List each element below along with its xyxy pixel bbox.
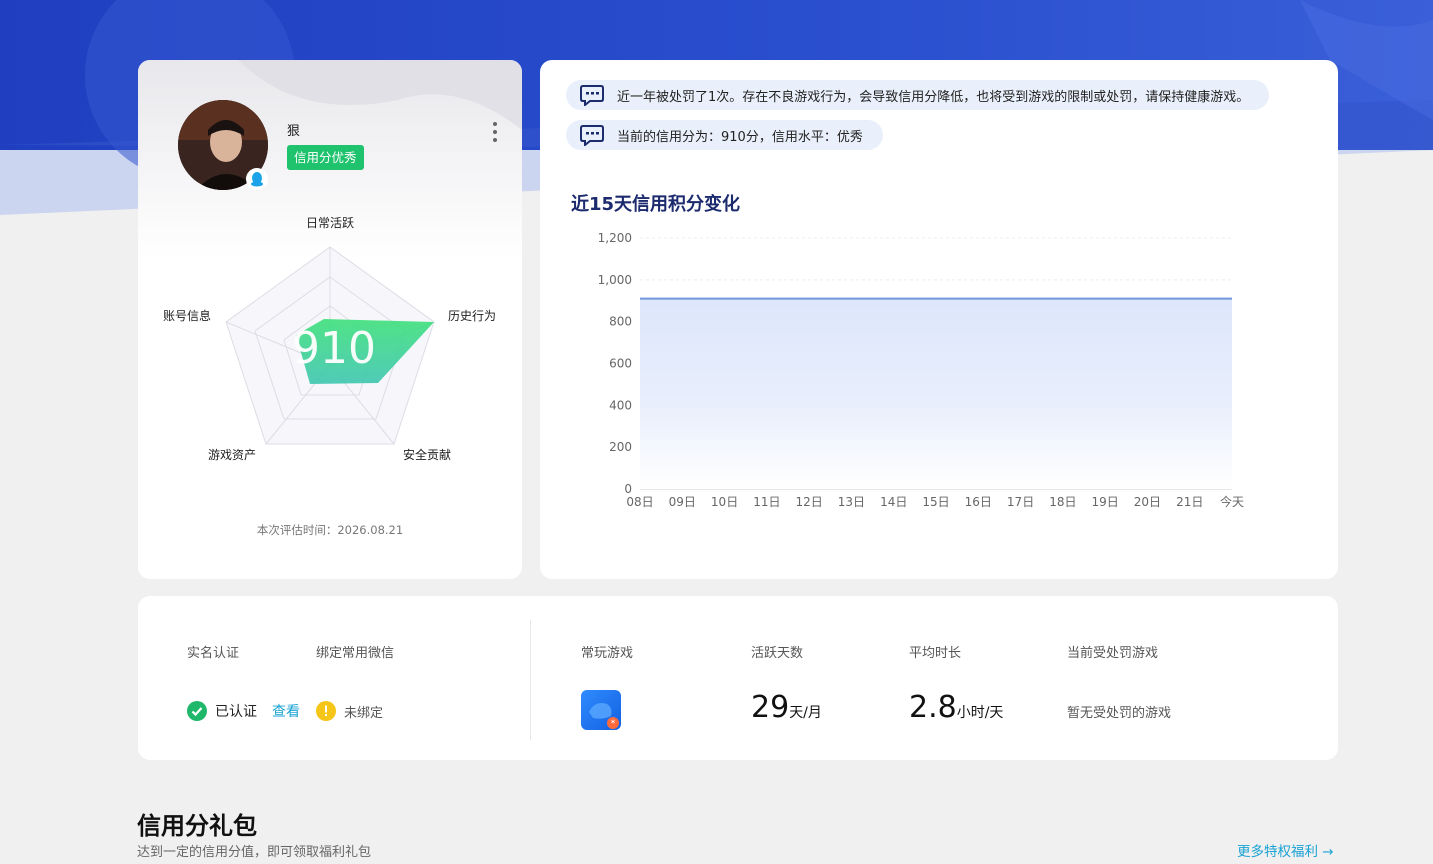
y-tick-label: 400 <box>609 398 632 412</box>
profile-card: 狠 信用分优秀 910 日常活跃 历史行为 安全贡献 游戏资产 账号信息 本次评… <box>138 60 522 579</box>
x-tick-label: 今天 <box>1220 494 1244 509</box>
credit-radar-chart: 910 <box>225 246 435 445</box>
stats-divider <box>530 620 531 740</box>
y-tick-label: 1,000 <box>598 273 632 287</box>
x-tick-label: 12日 <box>796 495 823 509</box>
x-tick-label: 08日 <box>626 495 653 509</box>
gift-section-subtitle: 达到一定的信用分值，即可领取福利礼包 <box>137 845 372 860</box>
radar-label-history: 历史行为 <box>448 309 497 323</box>
penalty-notice-text: 近一年被处罚了1次。存在不良游戏行为，会导致信用分降低，也将受到游戏的限制或处罚… <box>617 89 1250 105</box>
penalty-notice: 近一年被处罚了1次。存在不良游戏行为，会导致信用分降低，也将受到游戏的限制或处罚… <box>566 80 1270 110</box>
x-tick-label: 21日 <box>1176 495 1203 509</box>
qq-icon <box>246 168 268 190</box>
x-tick-label: 11日 <box>753 495 780 509</box>
wechat-label: 绑定常用微信 <box>316 646 395 661</box>
active-days-label: 活跃天数 <box>751 646 804 661</box>
radar-label-daily-active: 日常活跃 <box>306 216 355 230</box>
avg-time-value: 2.8小时/天 <box>909 690 1003 725</box>
chart-title: 近15天信用积分变化 <box>571 194 741 215</box>
check-circle-icon <box>187 701 207 721</box>
svg-text:*: * <box>611 719 616 729</box>
x-tick-label: 13日 <box>838 495 865 509</box>
games-label: 常玩游戏 <box>581 646 634 661</box>
verified-text: 已认证 <box>215 704 257 720</box>
radar-score-number: 910 <box>292 323 376 374</box>
message-icon <box>580 85 604 106</box>
game-app-icon[interactable]: * <box>581 690 621 730</box>
active-days-value: 29天/月 <box>751 690 822 725</box>
x-tick-label: 16日 <box>965 495 992 509</box>
active-days-number: 29 <box>751 690 790 725</box>
more-options-icon[interactable] <box>490 120 500 144</box>
x-tick-label: 10日 <box>711 495 738 509</box>
y-tick-label: 1,200 <box>598 231 632 245</box>
x-tick-label: 20日 <box>1134 495 1161 509</box>
credit-area-chart: 0 200 400 600 800 1,000 1,200 08日 09日 10日 11日 12日 1… <box>598 231 1244 509</box>
avg-time-label: 平均时长 <box>909 646 962 661</box>
x-tick-label: 15日 <box>922 495 949 509</box>
realname-status: 已认证 查看 未绑定 <box>187 701 383 721</box>
penalty-games-value: 暂无受处罚的游戏 <box>1067 706 1172 721</box>
active-days-unit: 天/月 <box>789 705 822 721</box>
credit-chart-card: 近一年被处罚了1次。存在不良游戏行为，会导致信用分降低，也将受到游戏的限制或处罚… <box>540 60 1338 579</box>
y-tick-label: 0 <box>624 482 632 496</box>
score-notice-text: 当前的信用分为：910分，信用水平：优秀 <box>617 129 863 145</box>
view-link[interactable]: 查看 <box>272 701 300 721</box>
evaluation-time: 本次评估时间：2026.08.21 <box>256 523 404 537</box>
avg-time-unit: 小时/天 <box>956 705 1004 721</box>
score-notice: 当前的信用分为：910分，信用水平：优秀 <box>566 120 883 150</box>
penalty-games-label: 当前受处罚游戏 <box>1067 646 1159 661</box>
y-tick-label: 800 <box>609 315 632 329</box>
radar-label-security: 安全贡献 <box>403 448 452 462</box>
x-tick-label: 14日 <box>880 495 907 509</box>
series-area <box>640 298 1232 489</box>
credit-level-badge: 信用分优秀 <box>287 145 364 170</box>
y-tick-label: 600 <box>609 357 632 371</box>
avg-time-number: 2.8 <box>909 690 957 725</box>
x-tick-label: 19日 <box>1092 495 1119 509</box>
y-tick-label: 200 <box>609 440 632 454</box>
message-icon <box>580 125 604 146</box>
warning-icon <box>316 701 336 721</box>
radar-label-account: 账号信息 <box>163 309 212 323</box>
radar-label-assets: 游戏资产 <box>208 448 257 462</box>
account-stats-card: 实名认证 绑定常用微信 已认证 查看 未绑定 常玩游戏 * 活跃天数 29天/月… <box>138 596 1338 760</box>
x-tick-label: 17日 <box>1007 495 1034 509</box>
x-tick-label: 18日 <box>1049 495 1076 509</box>
x-tick-label: 09日 <box>669 495 696 509</box>
realname-label: 实名认证 <box>187 646 240 661</box>
more-privileges-link[interactable]: 更多特权福利 → <box>1237 840 1334 860</box>
unbound-text: 未绑定 <box>344 705 384 721</box>
gift-section-title: 信用分礼包 <box>137 812 257 840</box>
username: 狠 <box>287 124 301 139</box>
